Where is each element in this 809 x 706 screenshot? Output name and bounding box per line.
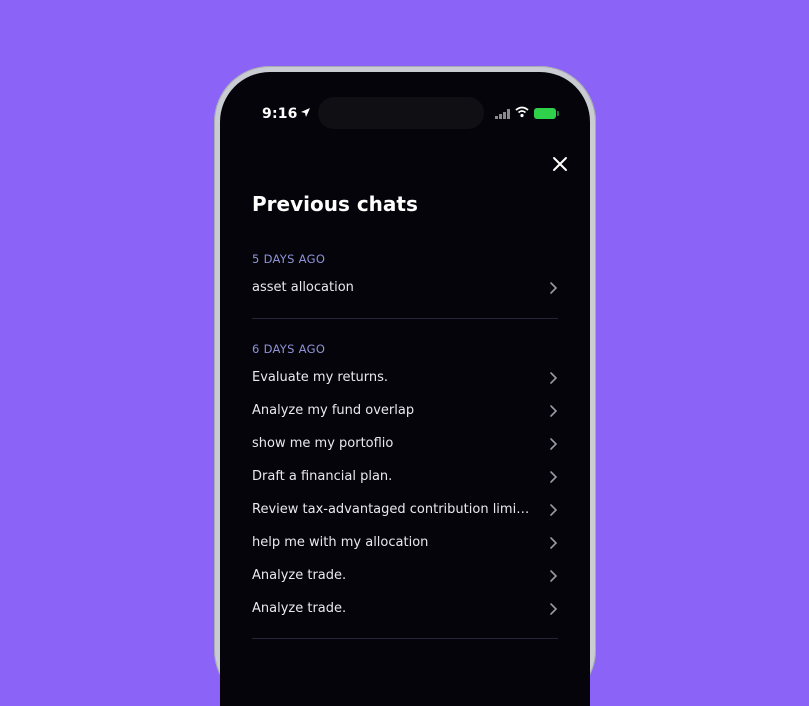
chat-item[interactable]: help me with my allocation (252, 531, 558, 555)
chat-item-label: asset allocation (252, 280, 354, 295)
chat-item-label: Analyze trade. (252, 568, 347, 583)
chevron-right-icon (550, 471, 558, 483)
dynamic-island (318, 97, 484, 129)
section-label-6-days-ago: 6 DAYS AGO (252, 342, 326, 356)
chat-item[interactable]: Analyze trade. (252, 597, 558, 621)
cellular-signal-icon (495, 109, 510, 119)
chevron-right-icon (550, 372, 558, 384)
location-arrow-icon (301, 108, 310, 117)
chat-item-label: Analyze trade. (252, 601, 347, 616)
chat-item-label: Evaluate my returns. (252, 370, 389, 385)
chat-item-label: help me with my allocation (252, 535, 429, 550)
section-divider (252, 318, 558, 319)
chevron-right-icon (550, 438, 558, 450)
phone-frame: 9:16 Previous chats 5 DAYS AGO asset all… (214, 66, 596, 706)
chat-item-label: Review tax-advantaged contribution limit… (252, 502, 534, 517)
chat-item-label: Analyze my fund overlap (252, 403, 415, 418)
page-title: Previous chats (252, 192, 418, 216)
battery-icon (534, 108, 559, 119)
chat-item[interactable]: Analyze trade. (252, 564, 558, 588)
chevron-right-icon (550, 570, 558, 582)
section-divider (252, 638, 558, 639)
chevron-right-icon (550, 405, 558, 417)
chat-item-label: show me my portoflio (252, 436, 394, 451)
chevron-right-icon (550, 282, 558, 294)
chat-item[interactable]: Evaluate my returns. (252, 366, 558, 390)
chat-item[interactable]: Draft a financial plan. (252, 465, 558, 489)
chat-item[interactable]: Review tax-advantaged contribution limit… (252, 498, 558, 522)
status-time: 9:16 (262, 106, 298, 122)
close-icon[interactable] (552, 156, 568, 172)
phone-screen: 9:16 Previous chats 5 DAYS AGO asset all… (220, 72, 590, 706)
section-label-5-days-ago: 5 DAYS AGO (252, 252, 326, 266)
chat-item-label: Draft a financial plan. (252, 469, 393, 484)
chat-item[interactable]: Analyze my fund overlap (252, 399, 558, 423)
chevron-right-icon (550, 504, 558, 516)
chat-item[interactable]: show me my portoflio (252, 432, 558, 456)
chevron-right-icon (550, 537, 558, 549)
chat-item[interactable]: asset allocation (252, 276, 558, 300)
wifi-icon (515, 106, 529, 118)
chevron-right-icon (550, 603, 558, 615)
